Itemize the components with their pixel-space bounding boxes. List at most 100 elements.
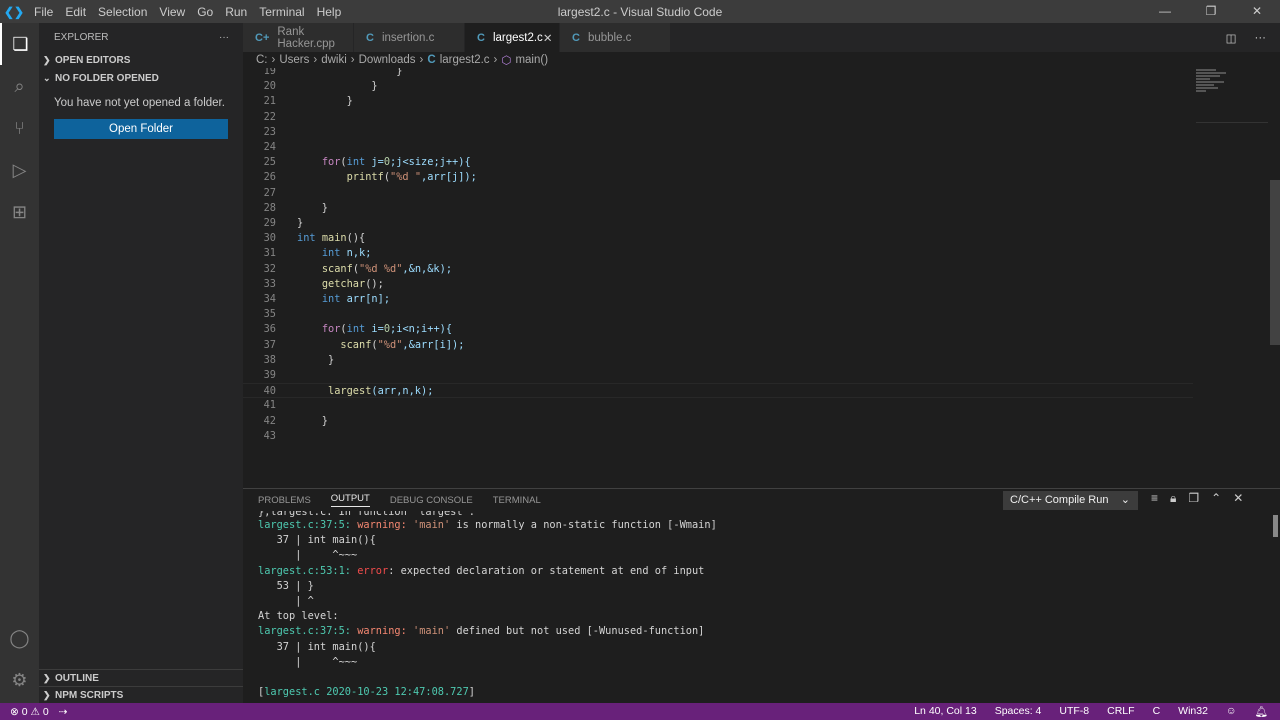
menu-selection[interactable]: Selection — [92, 5, 153, 19]
code-editor[interactable]: 19 } 20 } 21 } 22 23 24 25 for(int j=0;j<size;… — [243, 68, 1280, 490]
menu-edit[interactable]: Edit — [59, 5, 92, 19]
line-ending[interactable]: CRLF — [1107, 705, 1134, 718]
output-token: largest.c:37:5: — [258, 625, 358, 638]
output-channel-select[interactable]: C/C++ Compile Run ⌄ — [1003, 491, 1138, 510]
warning-count: 0 — [42, 705, 49, 718]
language-mode[interactable]: C — [1153, 705, 1161, 718]
panel-scrollbar[interactable] — [1273, 515, 1278, 537]
npm-scripts-section[interactable]: ❯ NPM SCRIPTS — [39, 686, 243, 703]
menu-run[interactable]: Run — [219, 5, 253, 19]
editor-tabs: C+ Rank Hacker.cpp Cinsertion.c Clargest2.c… — [243, 23, 1280, 52]
tab-bubble-c[interactable]: Cbubble.c — [560, 23, 671, 52]
breadcrumb-item[interactable]: largest2.c — [440, 54, 490, 66]
close-window-icon[interactable]: ✕ — [1234, 0, 1280, 23]
notifications-icon[interactable]: 🔔︎ — [1255, 705, 1268, 718]
activity-bar: ❏ ⌕ ⑂ ▷ ⊞ ◯ ⚙ — [0, 23, 39, 703]
menu-help[interactable]: Help — [311, 5, 348, 19]
code-token: scanf — [321, 262, 353, 275]
code-line: 23 — [243, 125, 1193, 140]
indentation[interactable]: Spaces: 4 — [995, 705, 1042, 718]
line-number: 21 — [263, 95, 276, 108]
menu-view[interactable]: View — [153, 5, 191, 19]
more-actions-icon[interactable]: ··· — [1255, 32, 1267, 44]
code-line: 41 — [243, 398, 1193, 413]
breadcrumb-item[interactable]: C: — [256, 54, 268, 66]
tab-label: insertion.c — [381, 31, 435, 44]
breadcrumb-item[interactable]: Downloads — [359, 54, 416, 66]
outline-section[interactable]: ❯ OUTLINE — [39, 669, 243, 686]
open-log-icon[interactable]: ❐ — [1188, 491, 1199, 506]
clear-output-icon[interactable]: ≡ — [1151, 491, 1158, 506]
feedback-icon[interactable]: ☺ — [1226, 705, 1237, 718]
minimize-icon[interactable]: — — [1142, 0, 1188, 23]
live-share-icon[interactable]: ⇢ — [59, 706, 68, 718]
search-icon[interactable]: ⌕ — [0, 65, 39, 107]
close-tab-icon[interactable]: ✕ — [543, 31, 553, 45]
code-token: ,arr[j]); — [421, 171, 477, 184]
lock-scroll-icon[interactable]: 🔒︎ — [1170, 491, 1176, 506]
panel-tab-terminal[interactable]: TERMINAL — [493, 495, 541, 506]
output-token: error — [357, 564, 389, 577]
code-token: } — [297, 217, 304, 229]
close-panel-icon[interactable]: ✕ — [1233, 491, 1243, 506]
code-text: int n,k; — [297, 246, 372, 261]
menu-file[interactable]: File — [28, 5, 59, 19]
error-count: 0 — [21, 705, 28, 718]
open-editors-section[interactable]: ❯ OPEN EDITORS — [39, 51, 243, 69]
breadcrumb-item[interactable]: dwiki — [321, 54, 347, 66]
split-editor-icon[interactable]: ◫ — [1226, 31, 1237, 45]
code-token: int — [346, 156, 366, 169]
breadcrumb-item[interactable]: Users — [279, 54, 309, 66]
menu-go[interactable]: Go — [191, 5, 219, 19]
panel-tab-output[interactable]: OUTPUT — [330, 493, 370, 507]
output-token: defined but not used [-Wunused-function] — [450, 625, 705, 638]
output-line: largest.c:37:5: warning: 'main' is norma… — [258, 518, 717, 533]
maximize-panel-icon[interactable]: ⌃ — [1211, 491, 1221, 506]
output-token: 'main' — [413, 519, 451, 531]
code-text: largest(arr,n,k); — [297, 384, 433, 399]
explorer-icon[interactable]: ❏ — [0, 23, 39, 65]
editor-scrollbar[interactable] — [1270, 180, 1280, 345]
menu-terminal[interactable]: Terminal — [253, 5, 310, 19]
account-icon[interactable]: ◯ — [0, 617, 39, 659]
problems-status[interactable]: ⊗ 0 ⚠ 0 — [10, 706, 49, 718]
code-text: int main(){ — [297, 231, 365, 246]
platform[interactable]: Win32 — [1178, 705, 1208, 718]
output-token: | ^~~~ — [258, 549, 358, 562]
open-folder-button[interactable]: Open Folder — [54, 119, 228, 139]
output-line: [largest.c 2020-10-23 12:47:08.727] — [258, 685, 717, 700]
chevron-down-icon: ⌄ — [1120, 494, 1130, 506]
minimap[interactable] — [1196, 68, 1268, 123]
line-number: 33 — [263, 277, 276, 290]
panel-tab-problems[interactable]: PROBLEMS — [258, 495, 311, 506]
restore-icon[interactable]: ❐ — [1188, 0, 1234, 23]
source-control-icon[interactable]: ⑂ — [0, 107, 39, 149]
line-number: 23 — [263, 125, 276, 138]
gear-icon[interactable]: ⚙ — [0, 659, 39, 701]
c-file-icon: C — [427, 54, 436, 66]
tab-largest2-c[interactable]: Clargest2.c ✕ — [465, 23, 560, 52]
breadcrumb-item[interactable]: main() — [515, 54, 548, 66]
cursor-position[interactable]: Ln 40, Col 13 — [914, 705, 976, 718]
panel-tab-debug-console[interactable]: DEBUG CONSOLE — [390, 495, 473, 506]
no-folder-section[interactable]: ⌄ NO FOLDER OPENED — [39, 69, 243, 87]
line-number: 43 — [263, 429, 276, 442]
tab-rank-hacker-cpp[interactable]: C+ Rank Hacker.cpp — [243, 23, 354, 52]
tab-insertion-c[interactable]: Cinsertion.c — [354, 23, 465, 52]
output-token: largest.c:53:1: — [258, 564, 358, 577]
extensions-icon[interactable]: ⊞ — [0, 191, 39, 233]
code-text: scanf("%d %d",&n,&k); — [297, 262, 452, 277]
c-file-icon: C+ — [255, 31, 270, 44]
code-token: ;i<n;i++){ — [390, 323, 453, 336]
output-channel-label: C/C++ Compile Run — [1010, 494, 1109, 506]
code-line: 34 int arr[n]; — [243, 292, 1193, 307]
output-token: | ^~~~ — [258, 655, 358, 668]
line-number: 34 — [263, 293, 276, 305]
run-debug-icon[interactable]: ▷ — [0, 149, 39, 191]
code-line: 37 scanf("%d",&arr[i]); — [243, 338, 1193, 353]
method-icon: ⬡ — [501, 55, 512, 67]
more-actions-button[interactable]: ··· — [219, 32, 229, 43]
code-line: 32 scanf("%d %d",&n,&k); — [243, 262, 1193, 277]
encoding[interactable]: UTF-8 — [1059, 705, 1089, 718]
